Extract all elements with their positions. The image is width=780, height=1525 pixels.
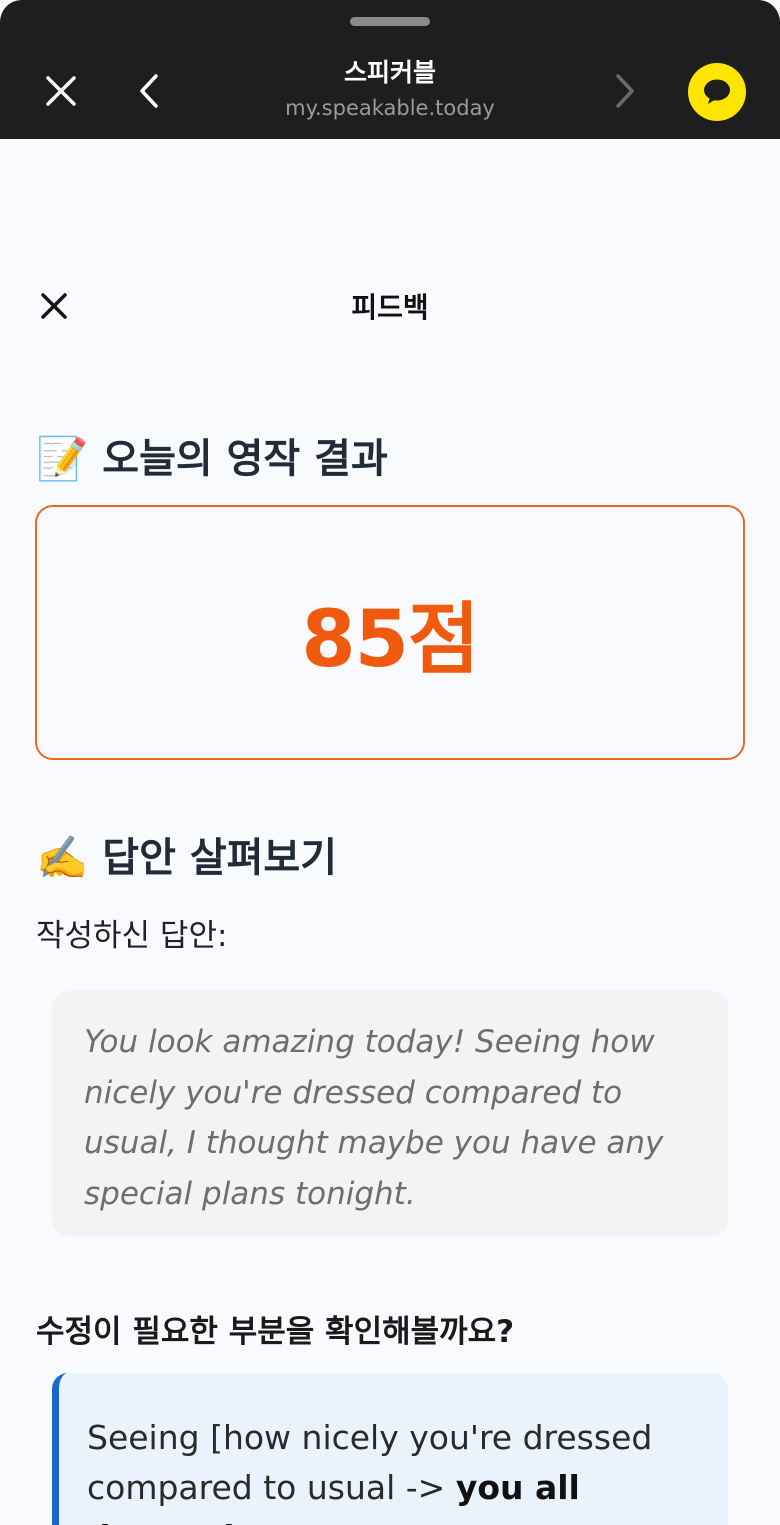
result-title-text: 오늘의 영작 결과	[102, 436, 388, 482]
chevron-right-icon	[616, 74, 634, 108]
result-section-title: 📝 오늘의 영작 결과	[36, 431, 388, 487]
speech-bubble-icon	[704, 79, 730, 104]
score-card: 85점	[35, 505, 745, 760]
browser-url: my.speakable.today	[285, 96, 495, 120]
feedback-header: 피드백	[0, 270, 780, 340]
sheet-grabber[interactable]	[350, 17, 430, 26]
browser-back-button[interactable]	[124, 66, 174, 116]
review-title-text: 답안 살펴보기	[102, 835, 338, 881]
score-value: 85점	[301, 594, 479, 685]
answer-text: You look amazing today! Seeing how nicel…	[84, 1024, 664, 1212]
written-answer-label: 작성하신 답안:	[36, 918, 228, 954]
close-icon	[46, 76, 76, 106]
browser-toolbar: 스피커블 my.speakable.today	[0, 0, 780, 139]
correction-card: Seeing [how nicely you're dressed compar…	[52, 1373, 728, 1525]
page-title: 피드백	[351, 291, 429, 324]
browser-forward-button[interactable]	[600, 66, 650, 116]
memo-icon: 📝	[36, 434, 89, 483]
browser-close-button[interactable]	[36, 66, 86, 116]
answer-card: You look amazing today! Seeing how nicel…	[52, 991, 728, 1236]
correction-text: Seeing [how nicely you're dressed compar…	[87, 1413, 700, 1525]
review-section-title: ✍️ 답안 살펴보기	[36, 830, 337, 886]
chevron-left-icon	[140, 74, 158, 108]
writing-hand-icon: ✍️	[36, 833, 89, 882]
correction-section-title: 수정이 필요한 부분을 확인해볼까요?	[36, 1314, 515, 1350]
browser-title: 스피커블	[343, 58, 436, 87]
browser-title-area: 스피커블 my.speakable.today	[190, 56, 590, 122]
kakao-chat-button[interactable]	[688, 63, 746, 121]
